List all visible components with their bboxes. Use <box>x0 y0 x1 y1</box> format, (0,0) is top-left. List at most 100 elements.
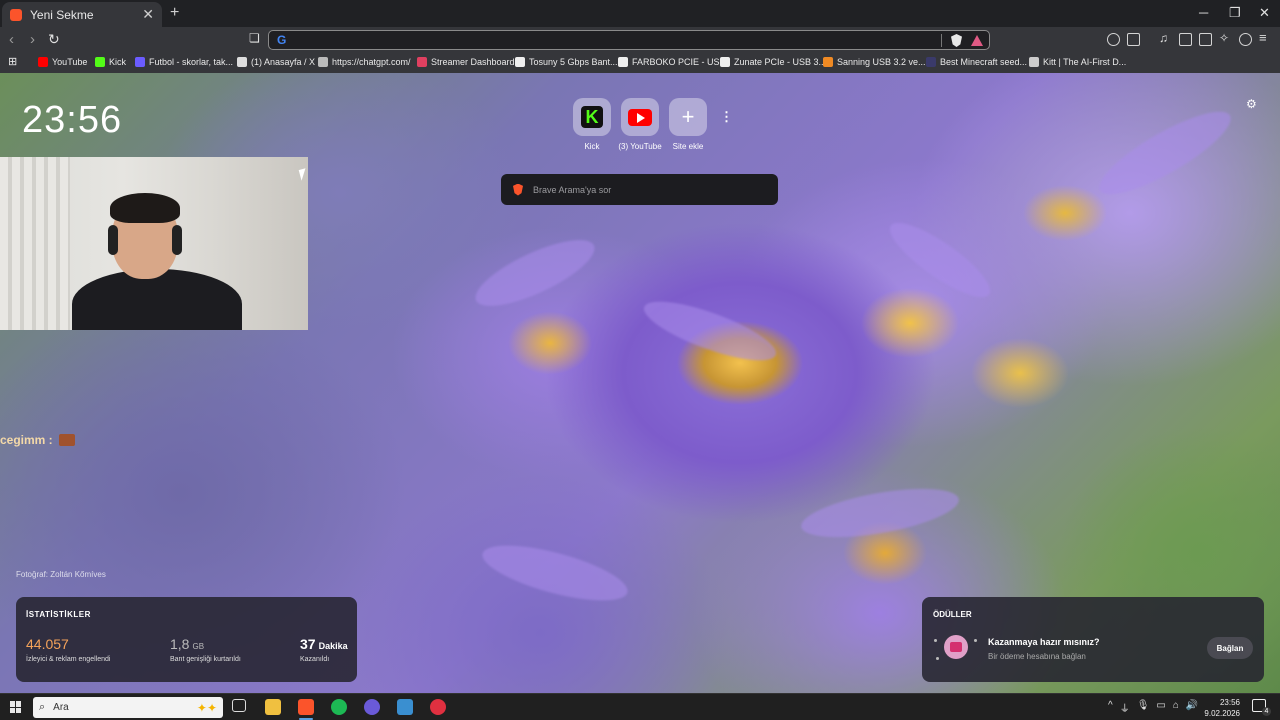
search-input[interactable] <box>533 184 753 195</box>
bookmark-kick[interactable]: Kick <box>95 57 126 67</box>
stat-blocked: 44.057 İzleyici & reklam engellendi <box>26 636 110 663</box>
bookmark-futbol[interactable]: Futbol - skorlar, tak... <box>135 57 233 67</box>
clock: 23:56 <box>22 99 123 141</box>
minimize-icon[interactable]: ─ <box>1199 5 1208 20</box>
top-sites-menu-icon[interactable]: ⋮ <box>720 109 733 125</box>
stat-time-unit: Dakika <box>318 641 348 651</box>
reload-icon[interactable]: ↻ <box>48 31 60 48</box>
apps-grid-icon[interactable]: ⊞ <box>8 55 17 68</box>
photo-credit: Fotoğraf: Zoltán Kőmíves <box>16 570 106 579</box>
discord-icon[interactable] <box>364 699 380 715</box>
bookmark-streamer-dashboard[interactable]: Streamer Dashboard <box>417 57 515 67</box>
sidebar-icon[interactable] <box>1179 33 1192 46</box>
display-icon[interactable]: ▭ <box>1156 700 1165 715</box>
menu-icon[interactable]: ≡ <box>1259 30 1272 45</box>
microphone-icon[interactable]: 🎙 <box>1137 700 1150 715</box>
futbol-icon <box>135 57 145 67</box>
sparkle-dot <box>936 657 939 660</box>
taskbar-search-label: Ara <box>53 702 69 713</box>
taskbar-clock[interactable]: 23:56 9.02.2026 <box>1200 697 1240 719</box>
background-petal <box>1090 98 1240 208</box>
plus-icon: + <box>681 104 695 129</box>
stat-blocked-desc: İzleyici & reklam engellendi <box>26 656 111 663</box>
bookmark-label: Zunate PCIe - USB 3... <box>734 57 827 67</box>
close-window-icon[interactable]: ✕ <box>1259 5 1270 21</box>
amazon-icon <box>515 57 525 67</box>
connect-button[interactable]: Bağlan <box>1207 637 1253 659</box>
bookmark-label: FARBOKO PCIE - US... <box>632 57 728 67</box>
forward-icon[interactable]: › <box>30 31 35 48</box>
tab-new-tab[interactable]: Yeni Sekme ✕ <box>2 2 162 27</box>
usb-icon[interactable]: ⏚ <box>1120 700 1130 715</box>
webcam-person-body <box>72 269 242 330</box>
stat-bandwidth-value: 1,8 <box>170 636 190 652</box>
dashboard-icon <box>417 57 427 67</box>
bookmark-label: YouTube <box>52 57 88 67</box>
brave-browser-icon[interactable] <box>298 699 314 715</box>
rewards-subtext: Bir ödeme hesabına bağlan <box>988 652 1086 661</box>
bookmark-youtube[interactable]: YouTube <box>38 57 87 67</box>
tab-title: Yeni Sekme <box>30 7 94 22</box>
leo-ai-icon[interactable]: ✧ <box>1219 31 1232 45</box>
file-explorer-icon[interactable] <box>265 699 281 715</box>
music-icon[interactable]: ♫ <box>1159 31 1172 45</box>
x-icon <box>237 57 247 67</box>
stats-title: İSTATİSTİKLER <box>26 610 91 619</box>
gear-icon[interactable]: ⚙ <box>1246 97 1257 111</box>
add-site-button[interactable]: + <box>669 98 707 136</box>
new-tab-page: 23:56 cegimm : K Kick (3) YouTube + Site… <box>0 73 1280 693</box>
bookmark-label: Futbol - skorlar, tak... <box>149 57 234 67</box>
address-bar[interactable]: G <box>268 30 990 50</box>
spotify-icon[interactable] <box>331 699 347 715</box>
brave-rewards-icon[interactable] <box>971 35 983 46</box>
bookmark-sanning[interactable]: Sanning USB 3.2 ve... <box>823 57 926 67</box>
minecraft-icon <box>926 57 936 67</box>
bookmark-icon[interactable]: ❏ <box>249 31 260 45</box>
restore-icon[interactable]: ❐ <box>1229 5 1241 21</box>
bookmark-minecraft[interactable]: Best Minecraft seed... <box>926 57 1027 67</box>
app-icon[interactable] <box>397 699 413 715</box>
bookmark-x[interactable]: (1) Anasayfa / X <box>237 57 315 67</box>
bookmark-label: Kick <box>109 57 127 67</box>
taskbar-search[interactable]: ⌕ Ara ✦✦ <box>33 697 223 718</box>
volume-icon[interactable]: 🔊 <box>1186 700 1198 715</box>
background-petal <box>797 479 963 547</box>
cast-icon[interactable] <box>1127 33 1140 46</box>
globe-icon <box>318 57 328 67</box>
bookmark-farboko[interactable]: FARBOKO PCIE - US... <box>618 57 727 67</box>
brave-lion-icon <box>513 183 523 196</box>
vpn-icon[interactable] <box>1239 33 1252 46</box>
back-icon[interactable]: ‹ <box>9 31 14 48</box>
hb-icon <box>823 57 833 67</box>
background-petal <box>477 534 633 612</box>
top-site-kick[interactable]: K <box>573 98 611 136</box>
bookmark-zunate[interactable]: Zunate PCIe - USB 3... <box>720 57 826 67</box>
bookmark-chatgpt[interactable]: https://chatgpt.com/ <box>318 57 411 67</box>
headphones-right <box>172 225 182 255</box>
network-icon[interactable]: ⌂ <box>1173 700 1179 715</box>
rewards-widget: ÖDÜLLER Kazanmaya hazır mısınız? Bir öde… <box>922 597 1264 682</box>
extensions-icon[interactable] <box>1107 33 1120 46</box>
stat-bandwidth: 1,8 GB Bant genişliği kurtarıldı <box>170 636 241 663</box>
stat-time-desc: Kazanıldı <box>300 656 330 663</box>
brave-search-box[interactable] <box>501 174 778 205</box>
tab-close-icon[interactable]: ✕ <box>142 6 154 23</box>
kick-icon: K <box>581 106 603 128</box>
top-site-youtube[interactable] <box>621 98 659 136</box>
windows-start-icon[interactable] <box>10 701 22 713</box>
amazon-icon <box>618 57 628 67</box>
rewards-headline: Kazanmaya hazır mısınız? <box>988 637 1100 647</box>
bookmark-tosuny[interactable]: Tosuny 5 Gbps Bant... <box>515 57 618 67</box>
brave-shields-icon[interactable] <box>951 34 962 47</box>
youtube-icon <box>38 57 48 67</box>
obs-icon[interactable] <box>430 699 446 715</box>
webcam-overlay <box>0 157 308 330</box>
bookmarks-bar: ⊞ YouTube Kick Futbol - skorlar, tak... … <box>0 53 1280 73</box>
new-tab-button[interactable]: + <box>170 4 179 22</box>
bookmark-kitt[interactable]: Kitt | The AI-First D... <box>1029 57 1126 67</box>
wallet-icon[interactable] <box>1199 33 1212 46</box>
stats-widget: İSTATİSTİKLER 44.057 İzleyici & reklam e… <box>16 597 357 682</box>
stat-time-value: 37 <box>300 636 316 652</box>
task-view-icon[interactable] <box>232 699 246 712</box>
chevron-up-icon[interactable]: ^ <box>1108 700 1113 715</box>
